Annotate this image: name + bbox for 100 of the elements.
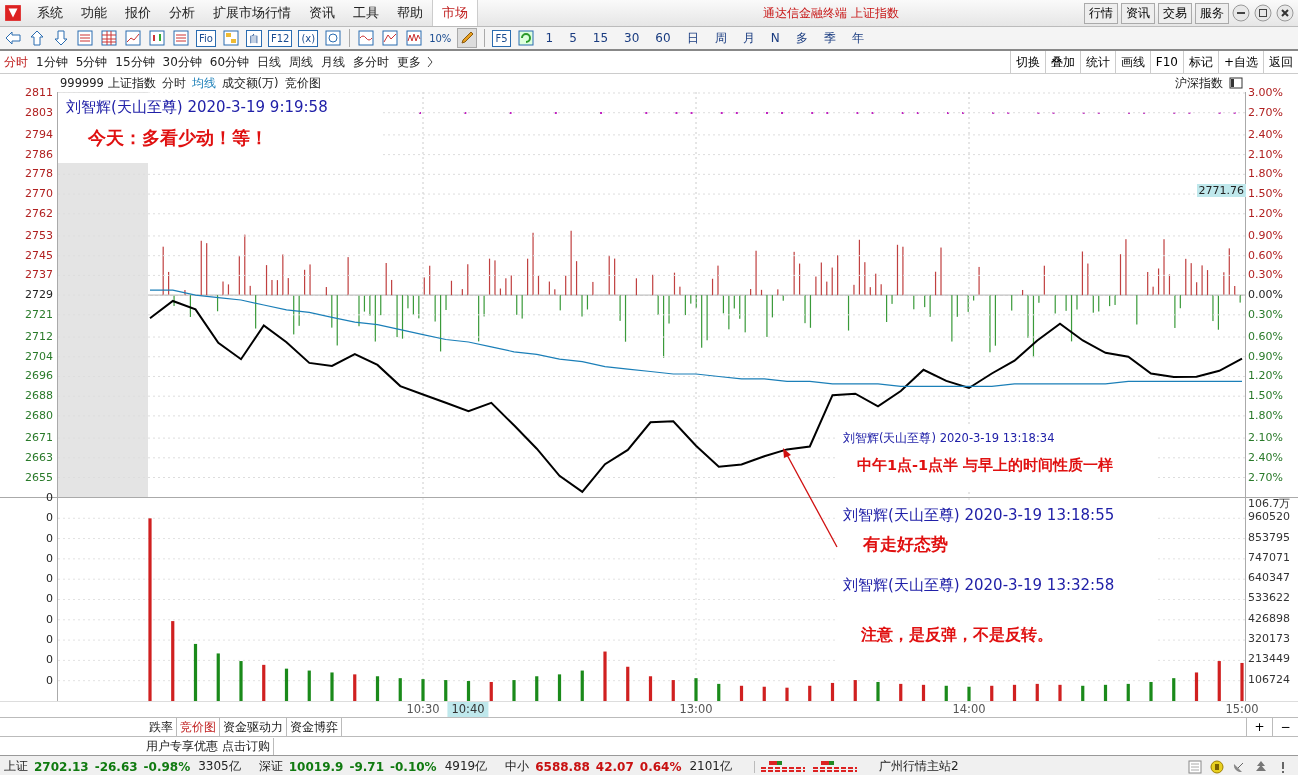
period-tab[interactable]: 1分钟 <box>32 53 72 71</box>
wave-chart-icon[interactable] <box>357 29 376 47</box>
period-tab[interactable]: 60分钟 <box>205 53 254 71</box>
index-switch-label[interactable]: 沪深指数 <box>1175 75 1223 91</box>
period-tab[interactable]: 周线 <box>285 53 318 71</box>
header-button[interactable]: 行情 <box>1084 2 1118 24</box>
period-shortcut[interactable]: 月 <box>735 29 762 47</box>
volume-bar <box>353 674 357 701</box>
period-shortcut[interactable]: 15 <box>585 31 616 45</box>
menu-item[interactable]: 帮助 <box>388 4 432 22</box>
volume-bar <box>1194 672 1199 701</box>
function-key-button[interactable]: (x) <box>298 29 319 47</box>
function-key-button[interactable]: Fio <box>196 29 216 47</box>
line-chart-icon[interactable] <box>124 29 142 47</box>
menu-item[interactable]: 系统 <box>28 4 72 22</box>
period-shortcut[interactable]: 30 <box>617 31 647 45</box>
maximize-icon[interactable] <box>1254 4 1272 22</box>
refresh-icon[interactable] <box>516 29 535 47</box>
volume-bar <box>603 651 607 701</box>
tree-icon[interactable] <box>1254 759 1268 774</box>
index-change: 42.07 <box>595 759 634 774</box>
indicator-tab[interactable]: 竞价图 <box>177 718 220 736</box>
period-shortcut[interactable]: 1 <box>538 31 561 45</box>
menu-item[interactable]: 工具 <box>344 4 388 22</box>
period-tab[interactable]: 月线 <box>317 53 350 71</box>
table-icon[interactable] <box>100 29 118 47</box>
annotation-note: 注意，是反弹，不是反转。 <box>860 625 1054 646</box>
percent-axis-label: 2.70% <box>1248 106 1283 119</box>
percent-axis-label: 0.60% <box>1248 331 1283 343</box>
menu-item[interactable]: 报价 <box>116 4 160 22</box>
volume-bar <box>1149 682 1153 701</box>
close-icon[interactable] <box>1276 4 1294 22</box>
menu-item[interactable]: 分析 <box>160 4 204 22</box>
price-axis-label: 2753 <box>25 228 53 242</box>
time-axis-label: 10:30 <box>406 702 440 717</box>
indicator-tab[interactable]: 跌率 <box>146 718 177 736</box>
back-arrow-icon[interactable] <box>4 29 22 47</box>
percent-axis-label: 0.00% <box>1248 289 1283 302</box>
header-button[interactable]: 服务 <box>1195 2 1229 24</box>
period-shortcut[interactable]: 周 <box>707 29 734 47</box>
security-label: 999999 上证指数 <box>60 75 156 91</box>
volume-axis-label: 533622 <box>1248 592 1290 605</box>
volume-bar <box>785 687 789 701</box>
function-key-button[interactable]: F5 <box>492 29 511 47</box>
period-shortcut[interactable]: 60 <box>648 31 678 45</box>
menu-item[interactable]: 功能 <box>72 4 116 22</box>
period-shortcut[interactable]: 年 <box>844 29 871 47</box>
minimize-icon[interactable] <box>1232 4 1250 22</box>
header-button[interactable]: 资讯 <box>1121 2 1155 24</box>
price-axis-label: 2688 <box>25 389 53 403</box>
period-tab[interactable]: 多分时 <box>349 53 394 71</box>
percent-axis-label: 2.40% <box>1248 128 1283 141</box>
index-turnover: 4919亿 <box>444 758 488 775</box>
price-axis-label: 2704 <box>25 349 53 363</box>
percent-axis-label: 1.50% <box>1248 188 1283 201</box>
period-tab[interactable]: 分时 <box>0 53 32 71</box>
percent-axis-label: 0.90% <box>1248 350 1283 363</box>
up-arrow-icon[interactable] <box>28 29 46 47</box>
area-chart-icon[interactable] <box>381 29 400 47</box>
down-arrow-icon[interactable] <box>52 29 70 47</box>
zigzag-chart-icon[interactable] <box>405 29 424 47</box>
price-axis-label: 2721 <box>25 307 53 321</box>
server-label: 广州行情主站2 <box>879 758 959 775</box>
price-axis-label: 2803 <box>25 105 53 119</box>
period-tab[interactable]: 30分钟 <box>158 53 206 71</box>
header-button[interactable]: 交易 <box>1158 2 1192 24</box>
volume-bar <box>239 661 243 701</box>
function-key-button[interactable]: 自 <box>245 29 262 47</box>
panel-toggle-icon[interactable] <box>1229 77 1243 89</box>
coin-icon[interactable] <box>1210 759 1224 774</box>
candlestick-icon[interactable] <box>148 29 166 47</box>
volume-axis-label: 106724 <box>1248 673 1290 686</box>
menu-item[interactable]: 资讯 <box>300 4 344 22</box>
period-tab[interactable]: 5分钟 <box>71 53 112 71</box>
index-name: 上证 <box>4 758 28 775</box>
period-shortcut[interactable]: 5 <box>562 31 584 45</box>
period-tab[interactable]: 更多 <box>393 53 426 71</box>
percent-button[interactable]: 10% <box>429 32 452 44</box>
indicator-tab[interactable]: 资金博弈 <box>287 718 342 736</box>
index-percent: 0.64% <box>639 759 682 774</box>
period-shortcut[interactable]: 日 <box>679 29 706 47</box>
volume-bar <box>626 666 630 701</box>
menu-item[interactable]: 扩展市场行情 <box>204 4 300 22</box>
indicator-tab[interactable]: 资金驱动力 <box>220 718 287 736</box>
function-key-button[interactable]: F12 <box>267 29 293 47</box>
period-shortcut[interactable]: 季 <box>816 29 843 47</box>
period-shortcut[interactable]: N <box>763 31 787 45</box>
price-axis-label: 2655 <box>25 470 53 484</box>
pencil-icon[interactable] <box>457 28 478 48</box>
volume-bar <box>307 670 311 701</box>
period-tab[interactable]: 日线 <box>253 53 286 71</box>
volume-bar <box>466 681 471 701</box>
subscribe-link[interactable]: 点击订购 <box>222 737 274 755</box>
volume-axis-label: 106.7万 <box>1248 498 1291 510</box>
period-tab[interactable]: 15分钟 <box>111 53 159 71</box>
period-shortcut[interactable]: 多 <box>788 29 815 47</box>
chevron-right-icon[interactable] <box>426 56 435 68</box>
market-tab[interactable]: 市场 <box>432 0 478 26</box>
volume-bar <box>1058 684 1062 701</box>
volume-bar <box>944 685 948 701</box>
